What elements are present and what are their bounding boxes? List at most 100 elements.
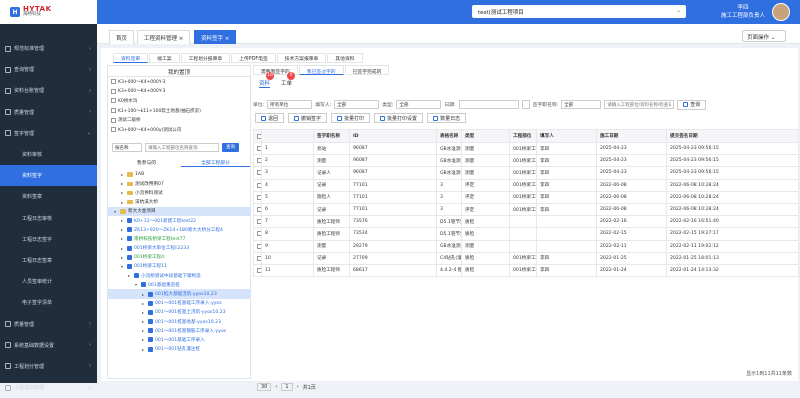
sub-tab[interactable]: 其他资料 — [327, 53, 363, 63]
sign-role-select[interactable]: 全部 — [561, 100, 602, 109]
tree-node[interactable]: ▸ 南桥科技桥梁工程test77 — [108, 234, 251, 243]
tree-node[interactable]: ▸ ZK13+920～ZK14+180新大大桥分工程4 — [108, 225, 251, 234]
download-icon[interactable] — [657, 7, 666, 16]
search-button[interactable]: 查询 — [677, 99, 707, 110]
tree-toggle-icon[interactable]: ▸ — [121, 236, 125, 241]
checkbox[interactable] — [111, 127, 116, 133]
tree-node[interactable]: ▸ 小流供料测试 — [108, 188, 251, 197]
table-row[interactable]: 1旁站96087GB水准测量记录表测量001桥梁工程/001～0李四2025-0… — [253, 141, 799, 156]
tree-node[interactable]: ▾ 001桥梁工程11 — [108, 262, 251, 271]
row-checkbox[interactable] — [253, 251, 262, 265]
prev-page[interactable]: ‹ — [275, 384, 277, 390]
tree-node[interactable]: ▸ 小流桥测试中段基础下摩构造 — [108, 271, 251, 280]
row-checkbox[interactable] — [253, 154, 262, 168]
type-select[interactable]: 全部 — [396, 100, 442, 109]
tree-query-button[interactable]: 查询 — [222, 142, 239, 152]
sub-tab[interactable]: 技术方案报审单 — [276, 53, 327, 63]
sidebar-item[interactable]: 工程日志审核 — [0, 208, 97, 229]
pinned-item[interactable]: K3+000～K4+000Y-3 — [108, 77, 250, 87]
sub-tab[interactable]: 工程划分报审章 — [180, 53, 231, 63]
tree-toggle-icon[interactable]: ▸ — [121, 227, 125, 232]
avatar[interactable] — [772, 3, 790, 21]
sidebar-item[interactable]: 签字管理 ⌄ — [0, 123, 97, 144]
row-checkbox[interactable] — [253, 202, 262, 217]
tree-toggle-icon[interactable]: ▸ — [121, 218, 125, 223]
tree-node[interactable]: ▸ 测试改用例07 — [108, 179, 251, 188]
row-checkbox[interactable] — [253, 227, 262, 241]
tab-docs[interactable]: 资料 — [259, 79, 271, 88]
tab-workorder[interactable]: 工单 — [281, 79, 292, 87]
tree-toggle-icon[interactable]: ▸ — [142, 347, 146, 352]
tab-engineering-docs[interactable]: 工程资料管理 × — [137, 30, 191, 44]
sidebar-item[interactable]: 质量管理 › — [0, 313, 97, 334]
select-all-checkbox[interactable] — [253, 129, 262, 143]
table-row[interactable]: 4记录771013评定001桥梁工程5/0年批量李四2022-06-082022… — [253, 178, 799, 192]
sidebar-item[interactable]: 工程日志签章 — [0, 250, 97, 271]
tree-node[interactable]: ▸ 1AB — [108, 170, 251, 179]
table-row[interactable]: 9测量29279GB水准测量记录表测量2022-02-112022-02-11 … — [253, 239, 799, 253]
tree-node[interactable]: ▸ 001桥梁大单位工程ii2233 — [108, 244, 251, 253]
tab-home[interactable]: 首页 — [109, 30, 135, 44]
row-checkbox[interactable] — [253, 166, 262, 180]
user-info[interactable]: 李四 施工工程部负责人 — [721, 4, 765, 20]
pinned-item[interactable]: K0桥水沟 — [108, 96, 250, 106]
tree-toggle-icon[interactable]: ▸ — [121, 181, 125, 186]
delete-icon[interactable] — [641, 7, 650, 16]
tab-doc-sign[interactable]: 资料签字 × — [194, 30, 237, 44]
tree-toggle-icon[interactable]: ▸ — [142, 328, 146, 333]
count-log-button[interactable]: 数量日志 — [427, 113, 467, 123]
tree-node[interactable]: ▸ 001桩大基础浇筑-yyos10.23 — [108, 289, 251, 299]
page-number-input[interactable]: 1 — [281, 383, 293, 391]
sidebar-item[interactable]: 查询管理 › — [0, 59, 97, 80]
tree-node[interactable]: ▸ K0+12～001新建工程test22 — [108, 216, 251, 225]
tree-toggle-icon[interactable]: ▸ — [142, 337, 146, 342]
row-checkbox[interactable] — [253, 178, 262, 192]
sidebar-item[interactable]: 质量管理 › — [0, 102, 97, 123]
tree-toggle-icon[interactable]: ▸ — [128, 273, 132, 278]
notification-icon[interactable] — [609, 7, 618, 16]
sub-tab[interactable]: 竣工案 — [149, 53, 180, 63]
table-row[interactable]: 2测量96087GB水准测量记录表测量001桥梁工程/001～0李四2025-0… — [253, 154, 799, 168]
sidebar-item[interactable]: 人员签审统计 — [0, 271, 97, 292]
tree-node[interactable]: ▾ 001基础重造桩 — [108, 280, 251, 289]
tree-node[interactable]: ▸ 001～001桩基土浇筑-yyos10.23 — [108, 308, 251, 317]
tree-node[interactable]: ▸ 001～001桩基础工序录入-yyos — [108, 299, 251, 308]
sign-status-tab[interactable]: 我已签过字的 — [298, 65, 344, 75]
search-input[interactable] — [604, 100, 675, 109]
tree-node[interactable]: ▸ 001桥梁工程4 — [108, 253, 251, 262]
checkbox[interactable] — [111, 79, 116, 85]
pinned-item[interactable]: K3+000～K4+000y(测试公司 — [108, 125, 250, 135]
pinned-item[interactable]: K3+000～K4+000Y-3 — [108, 87, 250, 97]
next-page[interactable]: › — [297, 384, 299, 390]
tree-toggle-icon[interactable]: ▸ — [142, 301, 146, 306]
tree-toggle-icon[interactable]: ▸ — [142, 319, 146, 324]
tree-toggle-icon[interactable]: ▾ — [114, 209, 118, 214]
tree-toggle-icon[interactable]: ▸ — [121, 200, 125, 205]
sidebar-item[interactable]: 规范标准管理 › — [0, 38, 97, 59]
tree-toggle-icon[interactable]: ▸ — [121, 172, 125, 177]
project-selector[interactable]: test(测试工程项目 ⌄ — [472, 5, 686, 18]
checkbox[interactable] — [111, 108, 116, 114]
tab-my-participation[interactable]: 我参与的 — [112, 157, 181, 167]
sidebar-item[interactable]: 工程划分管理 › — [0, 356, 97, 377]
table-row[interactable]: 8质检工程师73534D5.1管节预制质量检验表1质检 2022-02-15202… — [253, 227, 799, 241]
tree-toggle-icon[interactable]: ▾ — [121, 264, 125, 269]
tree-node[interactable]: ▸ 001～001桩基地基-yyos10.23 — [108, 317, 251, 326]
tree-node[interactable]: ▸ 001～001基础工序录入 — [108, 335, 251, 344]
row-checkbox[interactable] — [253, 141, 262, 156]
calendar-icon[interactable] — [521, 100, 530, 109]
page-ops-button[interactable]: 页面操作 ⌄ — [742, 30, 786, 42]
tree-toggle-icon[interactable]: ▾ — [135, 282, 139, 287]
unit-select[interactable]: 所有单位 — [267, 100, 313, 109]
sidebar-item[interactable]: 资料审核 — [0, 144, 97, 165]
tree-node[interactable]: ▸ 溪杭溪大桥 — [108, 198, 251, 207]
table-row[interactable]: 11质检工程师686174.4.2-4 粘接性质检001桥梁工程/001～0李四… — [253, 263, 799, 278]
tree-node[interactable]: ▾ 新大大金项目 — [108, 206, 251, 216]
tree-node[interactable]: ▸ 001～001钻孔灌注桩 — [108, 345, 251, 354]
date-from-input[interactable] — [458, 100, 519, 109]
sidebar-item[interactable]: 工程基础数据 › — [0, 377, 97, 398]
return-button[interactable]: 退回 — [255, 113, 285, 123]
sidebar-item[interactable]: 资料签字 — [0, 165, 97, 187]
row-checkbox[interactable] — [253, 190, 262, 204]
table-row[interactable]: 5施检人771013评定001桥梁工程5/0年批量李四2022-06-08202… — [253, 190, 799, 204]
